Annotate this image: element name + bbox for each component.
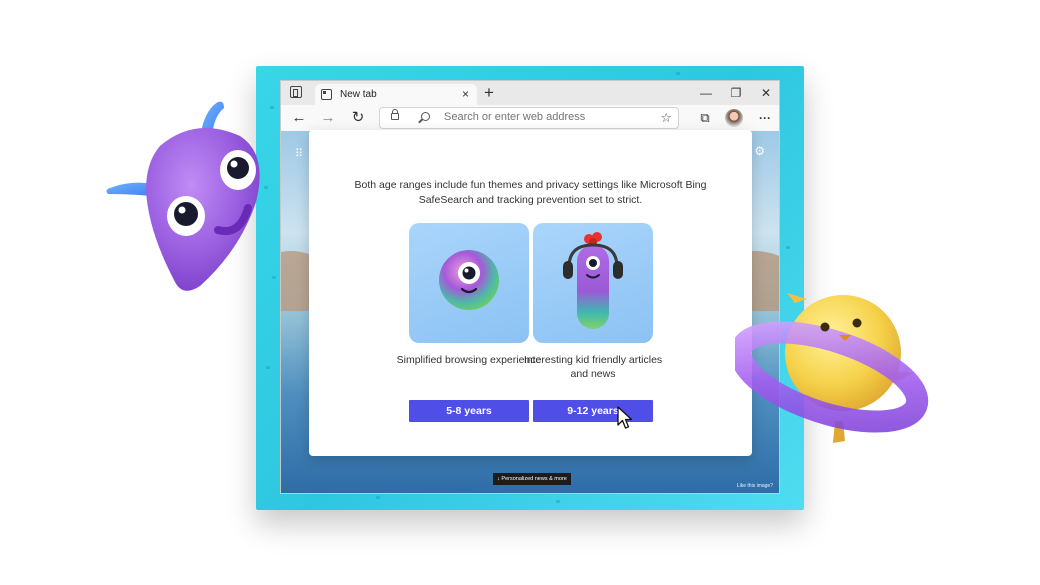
maximize-button[interactable]: ❐ <box>721 81 751 105</box>
personalized-news-button[interactable]: ↓ Personalized news & more <box>493 473 571 485</box>
favorite-star-icon[interactable]: ☆ <box>660 110 672 126</box>
tab-new-tab[interactable]: New tab × <box>315 84 477 106</box>
lock-icon <box>391 109 399 120</box>
address-input[interactable] <box>444 111 644 123</box>
one-eyed-ball-character-icon <box>439 250 499 310</box>
more-menu-icon[interactable]: ··· <box>755 108 775 128</box>
refresh-icon[interactable]: ↻ <box>348 108 368 128</box>
age-card-5-8[interactable] <box>409 223 529 343</box>
new-tab-favicon-icon <box>321 89 332 100</box>
headphones-character-icon <box>563 232 623 329</box>
forward-icon[interactable]: → <box>318 108 338 128</box>
like-image-link[interactable]: Like this image? <box>737 483 773 489</box>
new-tab-button[interactable]: + <box>484 81 494 105</box>
avatar[interactable] <box>725 109 743 127</box>
card-caption-9-12: Interesting kid friendly articles and ne… <box>523 354 663 380</box>
mouse-pointer-icon <box>617 406 633 429</box>
search-icon <box>421 112 430 121</box>
tab-actions-icon[interactable] <box>290 86 302 98</box>
collections-icon[interactable]: ⧉ <box>695 108 715 128</box>
yellow-ring-mascot-icon <box>735 293 929 443</box>
purple-alien-mascot-icon <box>106 101 260 291</box>
dialog-description: Both age ranges include fun themes and p… <box>354 179 707 206</box>
age-card-9-12[interactable] <box>533 223 653 343</box>
title-bar: New tab × + — ❐ ✕ <box>281 81 779 106</box>
stage: New tab × + — ❐ ✕ ← → ↻ ☆ ⧉ ··· ⠿ <box>0 0 1040 585</box>
back-icon[interactable]: ← <box>289 108 309 128</box>
age-9-12-button[interactable]: 9-12 years <box>533 400 653 422</box>
age-selection-dialog: Both age ranges include fun themes and p… <box>309 130 752 456</box>
apps-grid-icon[interactable]: ⠿ <box>295 147 303 160</box>
toolbar: ← → ↻ ☆ ⧉ ··· <box>281 105 779 131</box>
tab-title: New tab <box>340 89 377 100</box>
minimize-button[interactable]: — <box>691 81 721 105</box>
settings-gear-icon[interactable]: ⚙ <box>754 144 765 158</box>
close-window-button[interactable]: ✕ <box>751 81 779 105</box>
age-5-8-button[interactable]: 5-8 years <box>409 400 529 422</box>
address-bar[interactable]: ☆ <box>379 107 679 129</box>
tab-close-icon[interactable]: × <box>462 87 469 101</box>
